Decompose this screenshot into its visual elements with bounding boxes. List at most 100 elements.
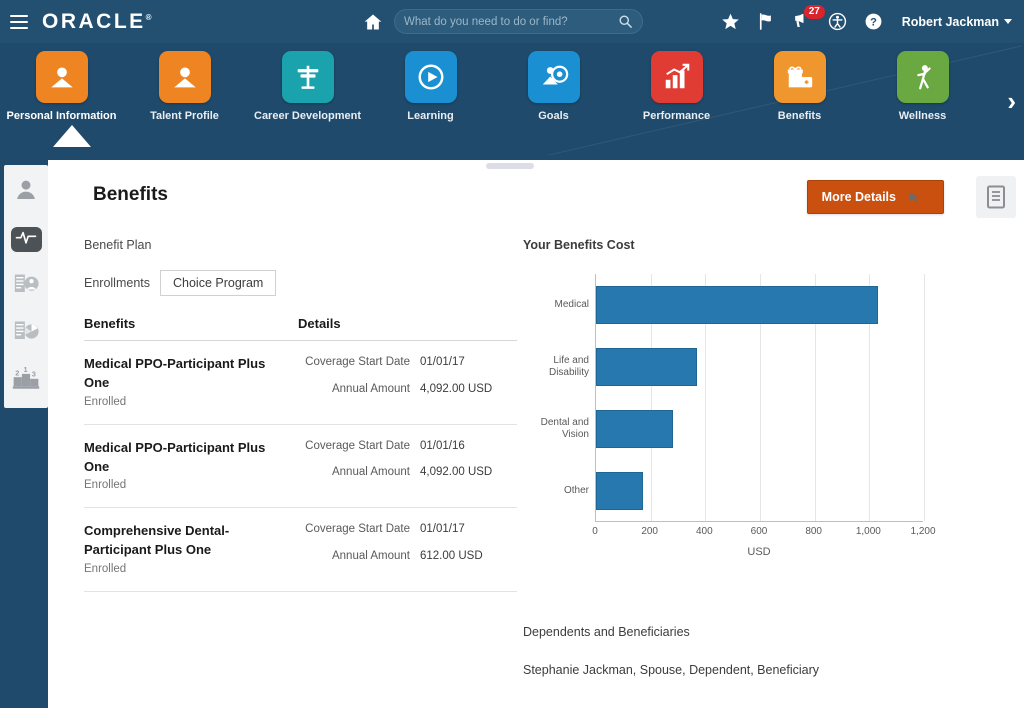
details-cell: Coverage Start Date01/01/17Annual Amount… xyxy=(298,355,517,408)
benefits-cost-section: Your Benefits Cost Medical Life and Disab… xyxy=(523,238,993,554)
chart-category-label: Medical xyxy=(525,299,589,311)
sidebar-item-report[interactable] xyxy=(4,310,48,357)
panel-drag-handle[interactable] xyxy=(486,163,534,169)
notifications-bell-icon[interactable]: 27 xyxy=(792,12,811,31)
chart-category-label: Other xyxy=(525,485,589,497)
enrollments-label: Enrollments xyxy=(84,276,150,290)
benefit-cell: Comprehensive Dental-Participant Plus On… xyxy=(84,522,298,575)
nav-item-label: Personal Information xyxy=(6,110,116,124)
heartbeat-pulse-icon xyxy=(15,228,37,251)
status-badge: Enrolled xyxy=(84,563,288,575)
left-rail-items: 213 xyxy=(4,165,48,408)
chart-x-tick-label: 200 xyxy=(641,526,658,537)
document-list-button[interactable] xyxy=(976,176,1016,218)
enrollments-select[interactable]: Choice Program xyxy=(160,270,276,296)
nav-item-goals[interactable]: Goals xyxy=(492,43,615,155)
svg-text:2: 2 xyxy=(15,369,19,378)
status-badge: Enrolled xyxy=(84,479,288,491)
chart-x-tick-label: 1,200 xyxy=(910,526,935,537)
more-details-button[interactable]: More Details xyxy=(807,180,944,214)
column-header-benefits: Benefits xyxy=(84,316,298,331)
table-row[interactable]: Medical PPO-Participant Plus OneEnrolled… xyxy=(84,341,517,425)
selected-indicator xyxy=(11,227,42,252)
nav-item-label: Performance xyxy=(643,110,710,124)
chart-bar-group: Dental and Vision xyxy=(596,410,924,448)
search-input[interactable] xyxy=(404,16,618,28)
mouse-cursor-icon xyxy=(908,190,925,204)
sidebar-item-pulse[interactable] xyxy=(4,216,48,263)
chevron-down-icon xyxy=(1004,19,1012,24)
hamburger-menu-icon[interactable] xyxy=(10,15,28,29)
podium-ranking-icon: 213 xyxy=(12,366,40,395)
enrollments-row: Enrollments Choice Program xyxy=(84,270,519,296)
chart-category-label: Life and Disability xyxy=(525,355,589,379)
more-details-label: More Details xyxy=(822,190,896,204)
detail-value: 4,092.00 USD xyxy=(420,465,492,481)
chart-plot-area: Medical Life and Disability Dental and Vis… xyxy=(595,274,923,522)
benefit-name: Medical PPO-Participant Plus One xyxy=(84,355,288,393)
notification-badge[interactable]: 27 xyxy=(803,4,826,20)
user-menu[interactable]: Robert Jackman xyxy=(902,15,1012,29)
chart-x-tick-label: 400 xyxy=(696,526,713,537)
chart-bar[interactable] xyxy=(596,472,643,510)
column-header-details: Details xyxy=(298,316,341,331)
detail-pair: Coverage Start Date01/01/17 xyxy=(298,355,517,371)
svg-text:?: ? xyxy=(870,16,877,28)
detail-pair: Coverage Start Date01/01/17 xyxy=(298,522,517,538)
nav-item-talent-profile[interactable]: Talent Profile xyxy=(123,43,246,155)
chart-x-tick-label: 0 xyxy=(592,526,598,537)
chart-bar-group: Life and Disability xyxy=(596,348,924,386)
person-icon xyxy=(13,177,39,208)
benefits-table-header: Benefits Details xyxy=(84,316,517,341)
nav-next-arrow-icon[interactable]: › xyxy=(1007,88,1016,114)
detail-key: Annual Amount xyxy=(298,549,420,565)
benefit-name: Medical PPO-Participant Plus One xyxy=(84,439,288,477)
svg-text:1: 1 xyxy=(24,366,28,374)
detail-pair: Coverage Start Date01/01/16 xyxy=(298,439,517,455)
chart-bar[interactable] xyxy=(596,286,878,324)
chart-x-axis-label: USD xyxy=(595,546,923,558)
gift-medical-icon xyxy=(774,51,826,103)
person-card-icon xyxy=(36,51,88,103)
benefits-table-body: Medical PPO-Participant Plus One Enrolled… xyxy=(84,341,517,592)
table-row[interactable]: Comprehensive Dental-Participant Plus On… xyxy=(84,508,517,592)
person-card-icon xyxy=(159,51,211,103)
home-icon[interactable] xyxy=(362,12,384,32)
oracle-logo: ORACLE® xyxy=(42,10,152,34)
details-cell: Coverage Start Date01/01/16 Annual Amount… xyxy=(298,439,517,492)
chart-bar-group: Medical xyxy=(596,286,924,324)
global-search[interactable] xyxy=(394,9,643,34)
document-face-icon xyxy=(13,272,40,302)
nav-item-label: Wellness xyxy=(899,110,947,124)
chart-bar[interactable] xyxy=(596,410,673,448)
help-icon[interactable]: ? xyxy=(864,12,883,31)
benefits-panel: Benefits More Details Benefit Plan Enrol… xyxy=(48,160,1024,708)
nav-item-learning[interactable]: Learning xyxy=(369,43,492,155)
svg-text:3: 3 xyxy=(32,369,36,378)
chart-title: Your Benefits Cost xyxy=(523,238,993,252)
sidebar-item-person[interactable] xyxy=(4,169,48,216)
goal-target-icon xyxy=(528,51,580,103)
chart-bar-group: Other xyxy=(596,472,924,510)
nav-item-wellness[interactable]: Wellness xyxy=(861,43,984,155)
sidebar-item-ranking[interactable]: 213 xyxy=(4,357,48,404)
stretching-person-icon xyxy=(897,51,949,103)
nav-item-career-development[interactable]: Career Development xyxy=(246,43,369,155)
favorites-star-icon[interactable] xyxy=(721,12,740,31)
accessibility-icon[interactable] xyxy=(828,12,847,31)
chart-x-tick-label: 600 xyxy=(751,526,768,537)
flag-icon[interactable] xyxy=(757,12,775,31)
global-header: ORACLE® xyxy=(0,0,1024,43)
signpost-icon xyxy=(282,51,334,103)
nav-item-performance[interactable]: Performance xyxy=(615,43,738,155)
benefits-cost-chart: Medical Life and Disability Dental and Vis… xyxy=(523,274,953,554)
play-circle-icon xyxy=(405,51,457,103)
chart-x-tick-label: 800 xyxy=(805,526,822,537)
table-row[interactable]: Medical PPO-Participant Plus One Enrolled… xyxy=(84,425,517,509)
detail-key: Annual Amount xyxy=(298,465,420,481)
details-cell: Coverage Start Date01/01/17 Annual Amount… xyxy=(298,522,517,575)
search-icon[interactable] xyxy=(618,14,633,29)
nav-item-benefits[interactable]: Benefits xyxy=(738,43,861,155)
sidebar-item-profile-doc[interactable] xyxy=(4,263,48,310)
chart-bar[interactable] xyxy=(596,348,697,386)
